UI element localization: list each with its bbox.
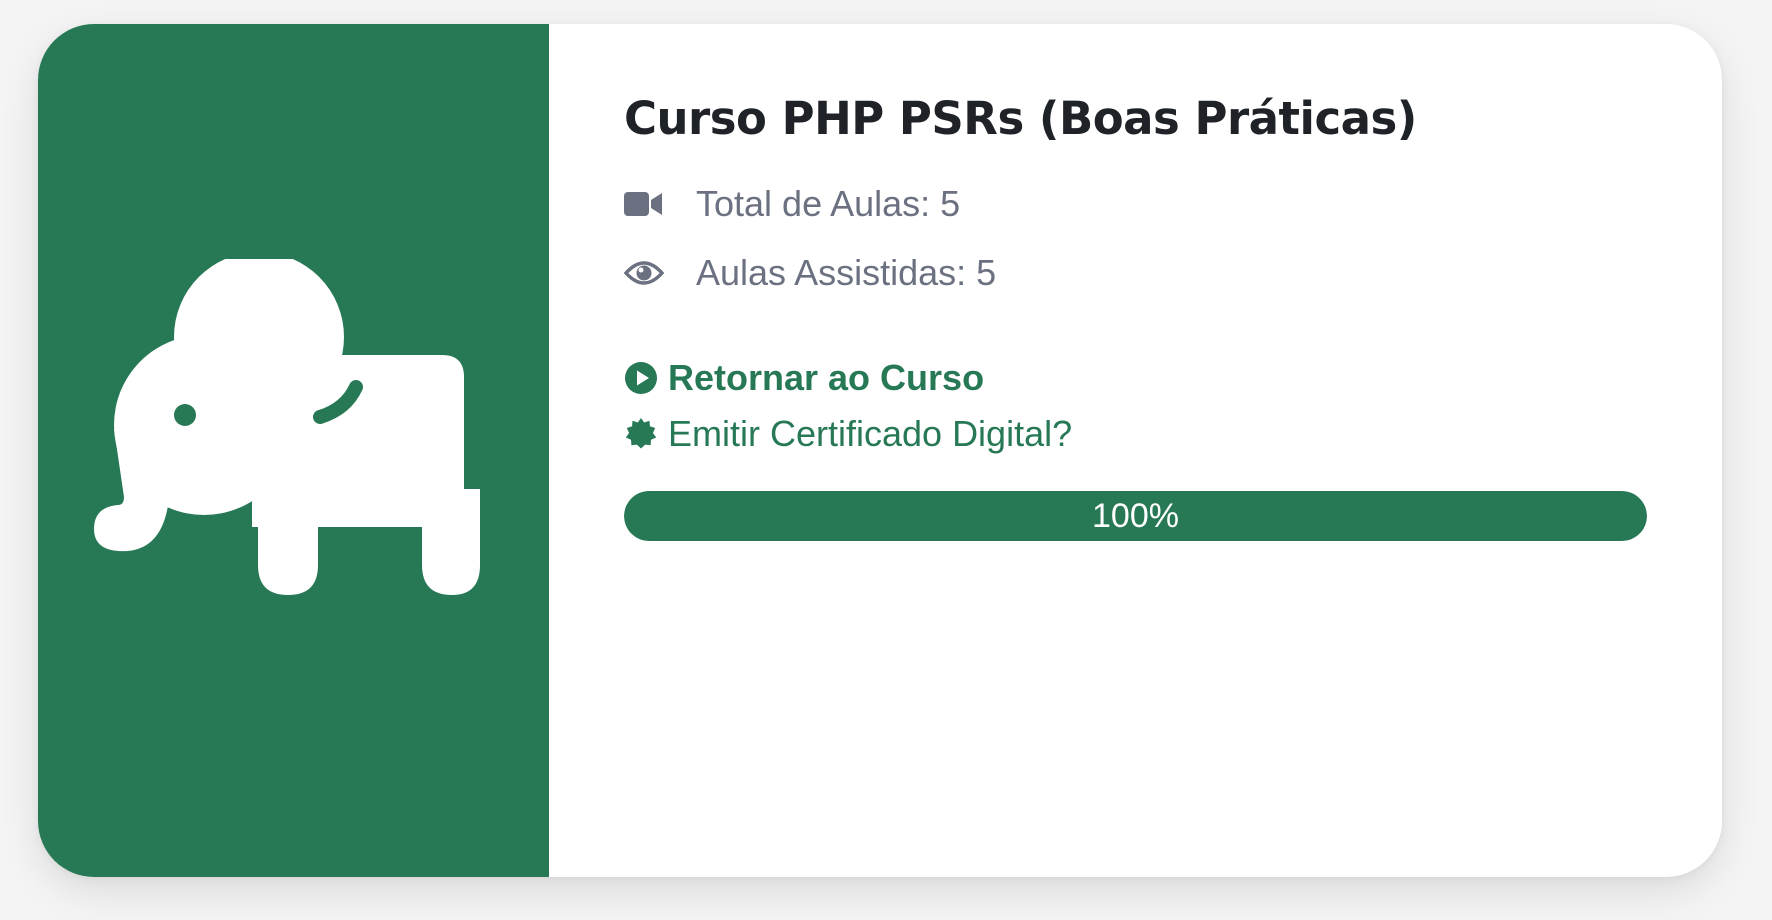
total-lessons-label: Total de Aulas: 5 bbox=[696, 183, 961, 224]
course-card: Curso PHP PSRs (Boas Práticas) Total de … bbox=[38, 24, 1722, 877]
issue-certificate-link[interactable]: Emitir Certificado Digital? bbox=[624, 413, 1722, 455]
total-lessons-row: Total de Aulas: 5 bbox=[624, 183, 1722, 224]
course-progress-bar: 100% bbox=[624, 491, 1647, 541]
return-to-course-label: Retornar ao Curso bbox=[668, 357, 985, 398]
eye-icon bbox=[624, 253, 664, 293]
course-thumbnail bbox=[38, 24, 549, 877]
watched-lessons-row: Aulas Assistidas: 5 bbox=[624, 252, 1722, 293]
video-camera-icon bbox=[624, 184, 664, 224]
elephant-icon bbox=[94, 259, 480, 607]
return-to-course-link[interactable]: Retornar ao Curso bbox=[624, 357, 1722, 399]
progress-label: 100% bbox=[1092, 496, 1179, 535]
issue-certificate-label: Emitir Certificado Digital? bbox=[668, 413, 1073, 454]
certificate-icon bbox=[624, 417, 658, 451]
course-title: Curso PHP PSRs (Boas Práticas) bbox=[624, 92, 1417, 145]
play-circle-icon bbox=[624, 361, 658, 395]
course-details: Curso PHP PSRs (Boas Práticas) Total de … bbox=[549, 24, 1722, 877]
watched-lessons-label: Aulas Assistidas: 5 bbox=[696, 252, 997, 293]
